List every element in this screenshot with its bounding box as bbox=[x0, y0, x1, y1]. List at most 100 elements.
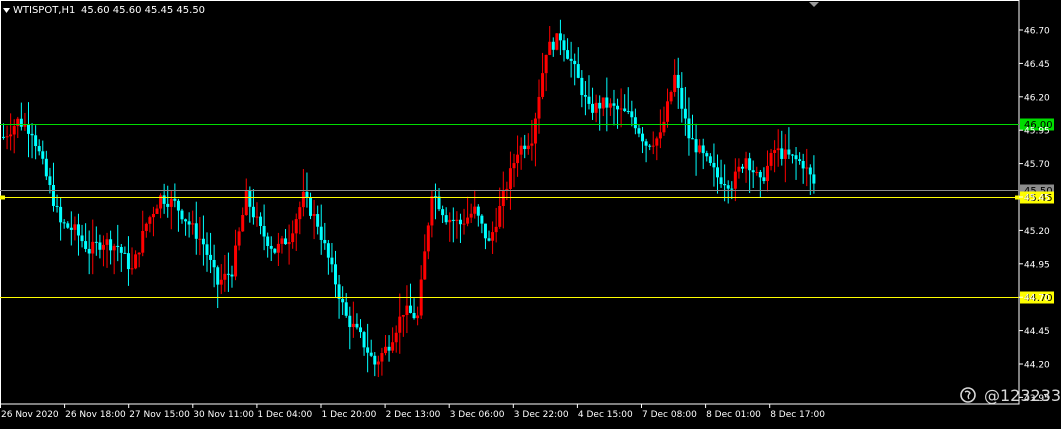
candle-body bbox=[323, 239, 327, 244]
candle-body bbox=[408, 305, 412, 313]
symbol-dropdown-icon[interactable] bbox=[3, 8, 10, 13]
candle-body bbox=[244, 190, 248, 215]
candle-body bbox=[205, 244, 209, 255]
candle-body bbox=[119, 247, 123, 253]
symbol-name[interactable]: WTISPOT,H1 bbox=[13, 5, 75, 16]
candle-body bbox=[526, 145, 530, 150]
candle-body bbox=[294, 219, 298, 234]
candle-body bbox=[451, 219, 455, 221]
candle-body bbox=[226, 273, 230, 275]
candle-body bbox=[744, 158, 748, 169]
candle-body bbox=[341, 298, 345, 303]
candle-body bbox=[123, 252, 127, 254]
candle-body bbox=[776, 148, 780, 151]
candle-body bbox=[805, 167, 809, 169]
candle-body bbox=[101, 244, 105, 250]
candle-body bbox=[733, 171, 737, 189]
candle-body bbox=[701, 145, 705, 154]
candle-body bbox=[230, 274, 234, 277]
candle-body bbox=[683, 108, 687, 119]
candle-body bbox=[48, 176, 52, 186]
y-tick-label: 46.20 bbox=[1024, 93, 1050, 103]
candle-body bbox=[666, 101, 670, 122]
candle-body bbox=[169, 198, 173, 207]
candle-body bbox=[184, 219, 188, 222]
candle-body bbox=[212, 259, 216, 268]
candle-body bbox=[223, 273, 227, 280]
candle-body bbox=[498, 206, 502, 227]
candle-body bbox=[273, 248, 277, 253]
chart-canvas[interactable]: 46.0045.5045.4544.70 46.7046.4546.2045.9… bbox=[0, 0, 1061, 425]
candle-body bbox=[176, 200, 180, 211]
candle-body bbox=[326, 243, 330, 258]
candle-body bbox=[76, 224, 80, 236]
candle-body bbox=[573, 60, 577, 65]
candle-body bbox=[309, 197, 313, 216]
y-tick-label: 44.95 bbox=[1024, 260, 1050, 270]
candle-body bbox=[259, 216, 263, 226]
candle-body bbox=[84, 241, 88, 249]
y-tick-label: 44.20 bbox=[1024, 361, 1050, 371]
y-tick-label: 45.95 bbox=[1024, 127, 1050, 137]
candle-body bbox=[694, 139, 698, 153]
x-tick-label: 1 Dec 04:00 bbox=[257, 410, 312, 420]
x-tick-label: 2 Dec 13:00 bbox=[386, 410, 441, 420]
time-axis: 26 Nov 2020 26 Nov 18:00 27 Nov 15:00 30 No… bbox=[0, 404, 825, 420]
candle-body bbox=[69, 227, 73, 230]
candle-body bbox=[216, 267, 220, 285]
candle-body bbox=[687, 118, 691, 139]
candle-body bbox=[723, 184, 727, 186]
candle-body bbox=[508, 168, 512, 189]
candle-body bbox=[51, 185, 55, 206]
candle-body bbox=[662, 121, 666, 133]
candle-body bbox=[312, 214, 316, 216]
candle-body bbox=[148, 217, 152, 224]
candle-body bbox=[105, 239, 109, 245]
candle-body bbox=[591, 103, 595, 113]
candle-body bbox=[437, 196, 441, 210]
candle-body bbox=[91, 241, 95, 254]
candle-body bbox=[112, 245, 116, 251]
candle-body bbox=[316, 214, 320, 227]
candle-body bbox=[576, 64, 580, 78]
shift-marker-icon[interactable] bbox=[809, 2, 819, 7]
candle-body bbox=[423, 251, 427, 280]
candles-layer bbox=[2, 19, 816, 378]
candle-body bbox=[612, 103, 616, 106]
candle-body bbox=[412, 312, 416, 319]
candle-body bbox=[234, 245, 238, 277]
candle-body bbox=[580, 77, 584, 96]
candle-body bbox=[794, 155, 798, 160]
watermark-logo-icon bbox=[960, 387, 976, 403]
candle-body bbox=[787, 149, 791, 155]
candle-body bbox=[769, 152, 773, 166]
candle-body bbox=[469, 213, 473, 218]
candle-body bbox=[219, 279, 223, 285]
candle-body bbox=[462, 223, 466, 225]
candle-body bbox=[516, 154, 520, 164]
candle-body bbox=[698, 145, 702, 153]
candle-body bbox=[376, 361, 380, 365]
price-chart[interactable]: 46.0045.5045.4544.70 46.7046.4546.2045.9… bbox=[0, 0, 1061, 425]
x-tick-label: 26 Nov 2020 bbox=[1, 410, 59, 420]
candle-body bbox=[444, 215, 448, 223]
candle-body bbox=[519, 145, 523, 155]
candle-body bbox=[394, 332, 398, 343]
candle-body bbox=[284, 238, 288, 245]
candle-body bbox=[501, 190, 505, 207]
candle-body bbox=[530, 143, 534, 146]
candle-body bbox=[616, 105, 620, 110]
candle-body bbox=[2, 136, 5, 138]
candle-body bbox=[783, 149, 787, 159]
candle-body bbox=[383, 346, 387, 354]
watermark-handle: @123233 bbox=[984, 386, 1061, 405]
candle-body bbox=[441, 209, 445, 216]
x-tick-label: 26 Nov 18:00 bbox=[65, 410, 126, 420]
y-tick-label: 45.45 bbox=[1024, 194, 1050, 204]
candle-body bbox=[241, 214, 245, 232]
candle-body bbox=[37, 146, 41, 152]
candle-body bbox=[23, 124, 27, 127]
candle-body bbox=[633, 117, 637, 129]
candle-body bbox=[337, 284, 341, 299]
candle-body bbox=[355, 323, 359, 328]
